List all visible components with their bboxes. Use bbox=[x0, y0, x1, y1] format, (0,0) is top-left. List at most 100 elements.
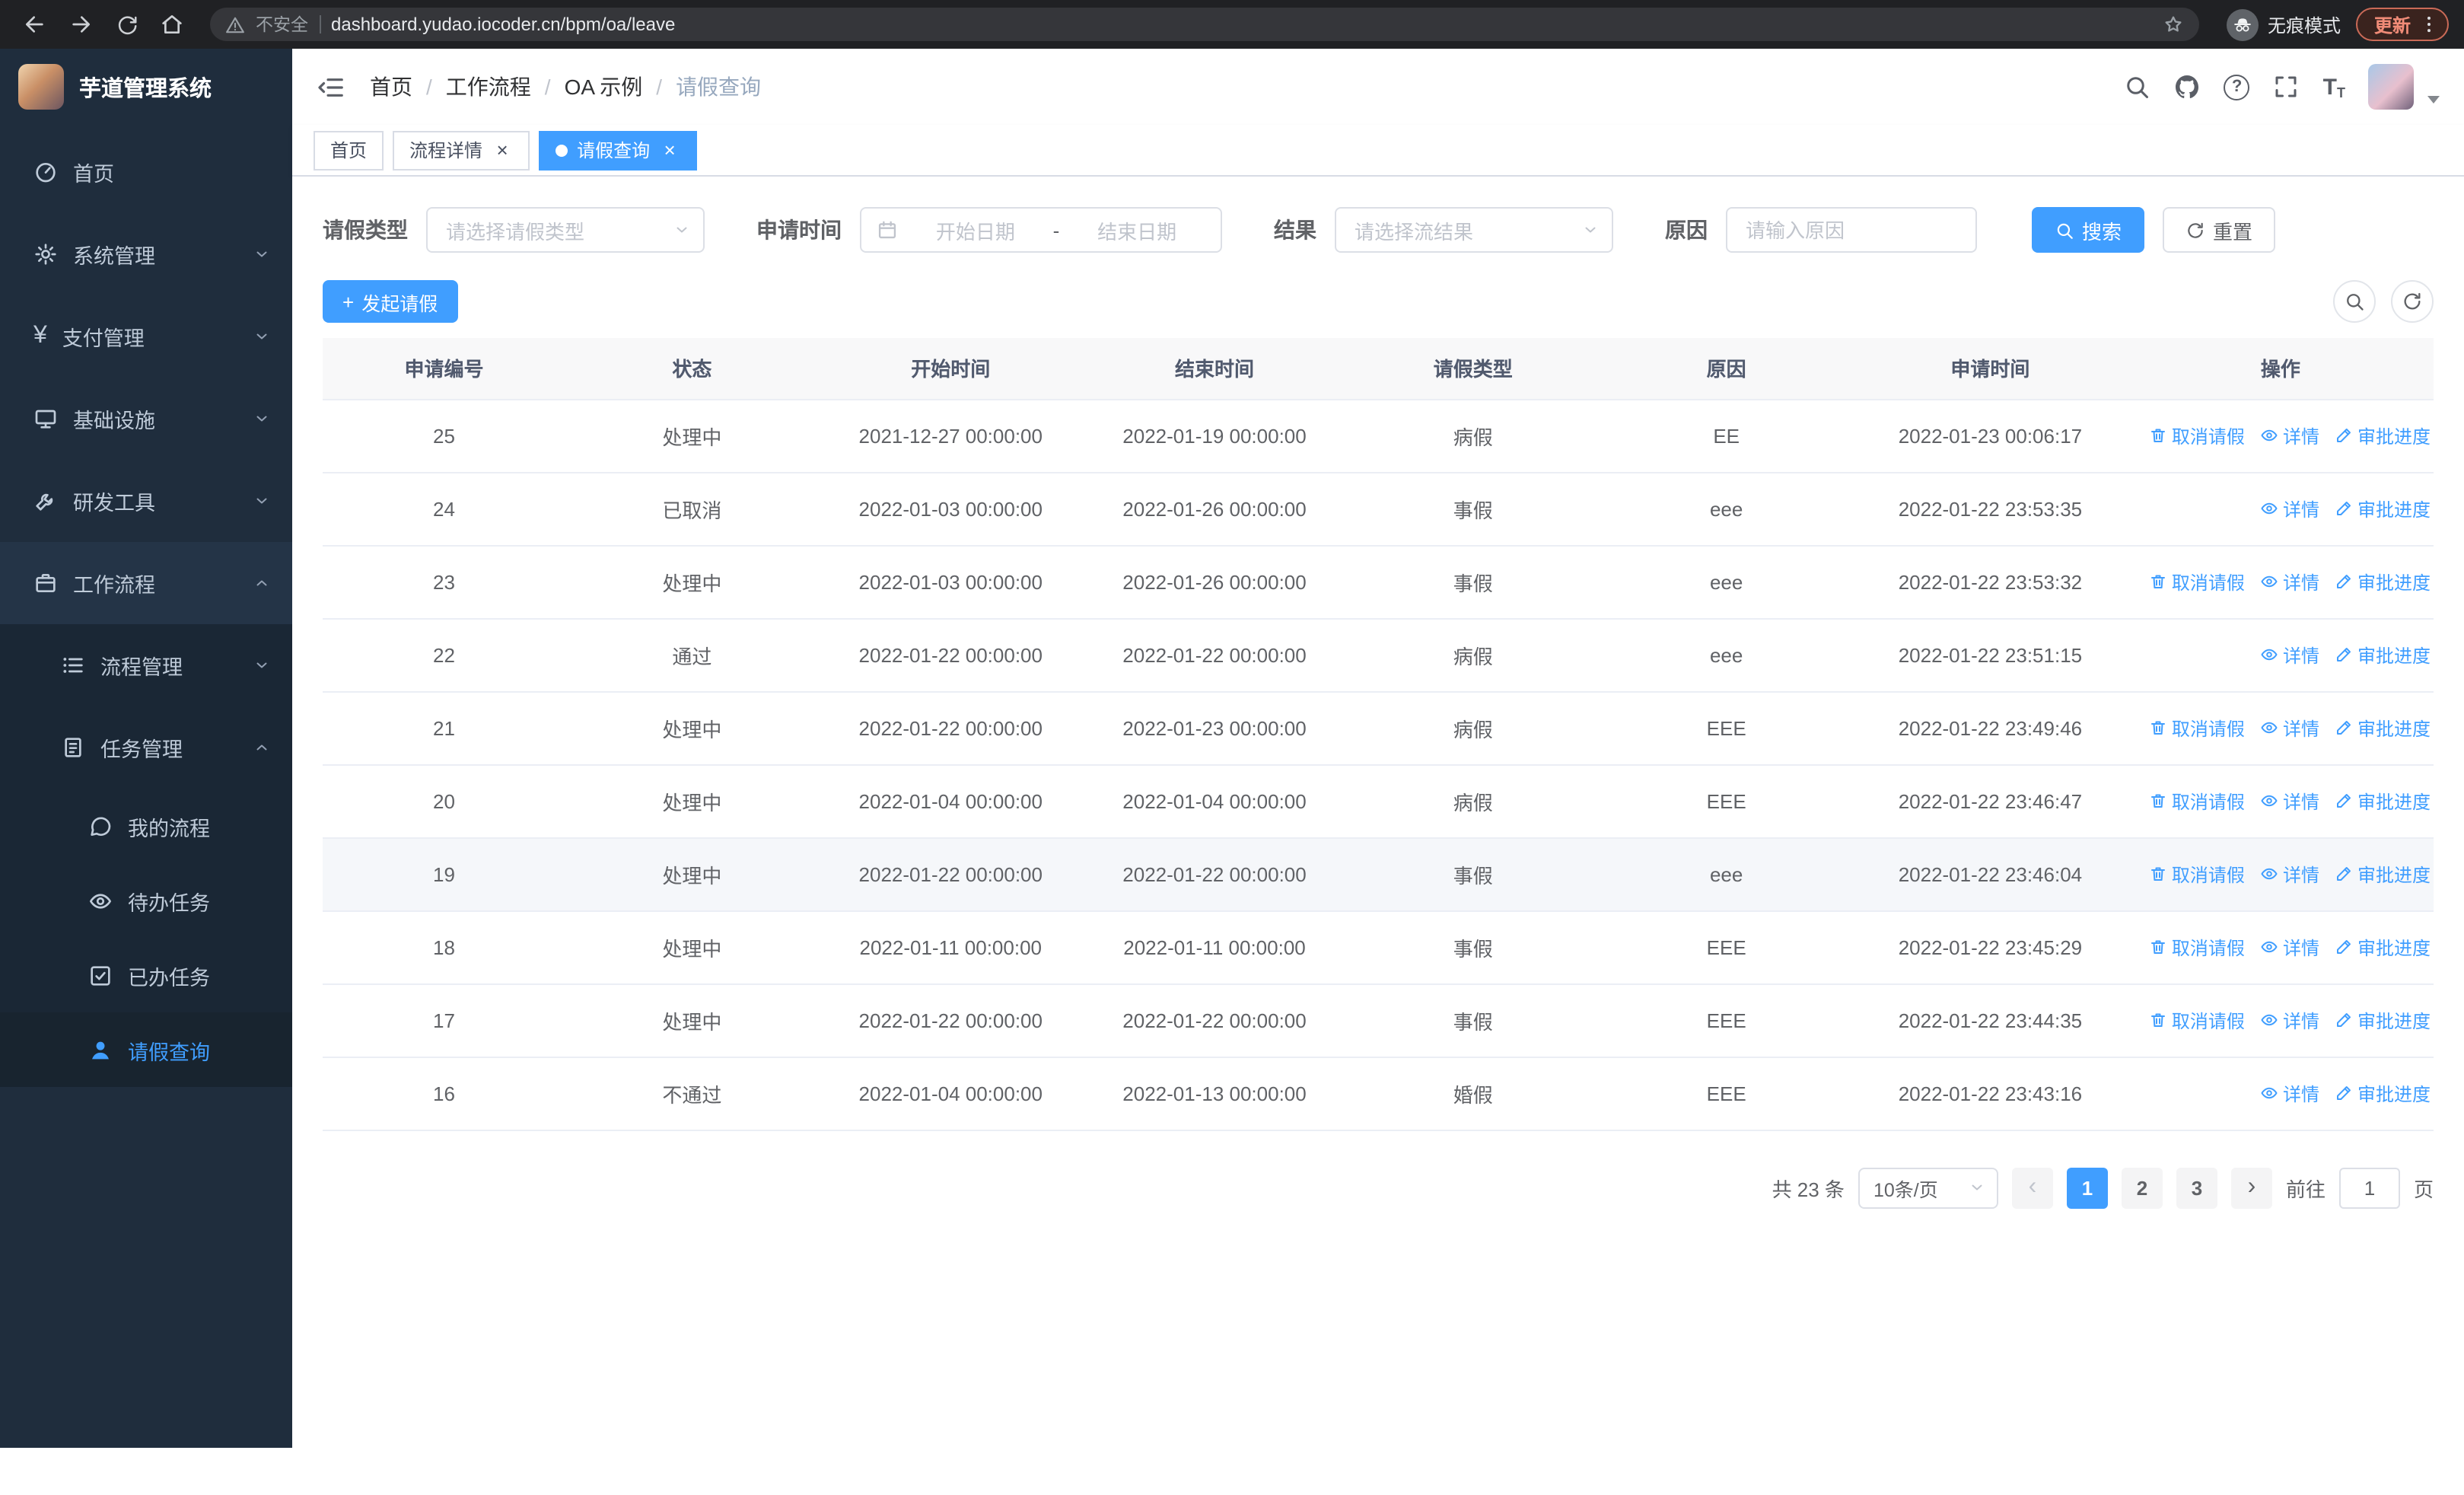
browser-home-button[interactable] bbox=[152, 5, 192, 44]
start-time-cell: 2022-01-22 00:00:00 bbox=[818, 837, 1083, 911]
sidebar-item-my-process[interactable]: 我的流程 bbox=[0, 789, 292, 863]
approval-progress-link[interactable]: 审批进度 bbox=[2335, 1080, 2431, 1106]
tab-home[interactable]: 首页 bbox=[314, 130, 384, 170]
approval-progress-link[interactable]: 审批进度 bbox=[2335, 569, 2431, 594]
approval-progress-link[interactable]: 审批进度 bbox=[2335, 715, 2431, 741]
approval-progress-link[interactable]: 审批进度 bbox=[2335, 496, 2431, 521]
status-cell: 已取消 bbox=[565, 472, 819, 546]
toolbar-right bbox=[2333, 280, 2434, 323]
user-avatar[interactable] bbox=[2368, 64, 2414, 110]
search-button-label: 搜索 bbox=[2082, 220, 2122, 243]
goto-page-input[interactable] bbox=[2338, 1167, 2400, 1208]
page-size-select[interactable]: 10条/页 bbox=[1858, 1167, 1998, 1208]
cancel-leave-link[interactable]: 取消请假 bbox=[2149, 934, 2245, 960]
search-button[interactable]: 搜索 bbox=[2032, 207, 2145, 253]
sidebar-item-system-management[interactable]: 系统管理 bbox=[0, 213, 292, 295]
detail-link[interactable]: 详情 bbox=[2260, 569, 2319, 594]
sidebar-collapse-button[interactable] bbox=[317, 72, 345, 101]
sidebar-item-leave-query[interactable]: 请假查询 bbox=[0, 1012, 292, 1087]
help-icon[interactable]: ? bbox=[2224, 74, 2250, 100]
sidebar-item-home[interactable]: 首页 bbox=[0, 131, 292, 213]
sidebar-item-dev-tools[interactable]: 研发工具 bbox=[0, 460, 292, 542]
breadcrumb-item[interactable]: OA 示例 bbox=[565, 72, 643, 102]
apply-time-range-picker[interactable]: 开始日期 - 结束日期 bbox=[860, 207, 1222, 253]
font-size-icon[interactable]: TT bbox=[2323, 74, 2345, 100]
breadcrumb-item[interactable]: 工作流程 bbox=[446, 72, 531, 102]
sidebar-item-todo-tasks[interactable]: 待办任务 bbox=[0, 863, 292, 938]
trash-icon bbox=[2149, 938, 2167, 956]
tab-bar: 首页 流程详情 × 请假查询 × bbox=[292, 125, 2464, 177]
approval-progress-link[interactable]: 审批进度 bbox=[2335, 861, 2431, 887]
sidebar-item-done-tasks[interactable]: 已办任务 bbox=[0, 938, 292, 1012]
cancel-leave-link[interactable]: 取消请假 bbox=[2149, 569, 2245, 594]
sidebar-item-workflow[interactable]: 工作流程 bbox=[0, 542, 292, 624]
detail-link[interactable]: 详情 bbox=[2260, 715, 2319, 741]
browser-back-button[interactable] bbox=[15, 5, 55, 44]
detail-link[interactable]: 详情 bbox=[2260, 422, 2319, 448]
browser-update-button[interactable]: 更新 bbox=[2355, 8, 2449, 41]
cancel-leave-link[interactable]: 取消请假 bbox=[2149, 422, 2245, 448]
approval-progress-link[interactable]: 审批进度 bbox=[2335, 642, 2431, 668]
prev-page-button[interactable]: ‹ bbox=[2011, 1167, 2053, 1208]
tab-process-detail[interactable]: 流程详情 × bbox=[393, 130, 530, 170]
header-search-icon[interactable] bbox=[2124, 73, 2151, 100]
create-leave-button[interactable]: + 发起请假 bbox=[323, 280, 458, 323]
status-cell: 处理中 bbox=[565, 545, 819, 619]
tab-close-icon[interactable]: × bbox=[659, 139, 680, 161]
tab-close-icon[interactable]: × bbox=[492, 139, 513, 161]
column-header: 申请编号 bbox=[323, 338, 565, 400]
sidebar-item-task-management[interactable]: 任务管理 bbox=[0, 706, 292, 789]
detail-link[interactable]: 详情 bbox=[2260, 642, 2319, 668]
sidebar-item-payment-management[interactable]: ¥ 支付管理 bbox=[0, 295, 292, 378]
detail-link[interactable]: 详情 bbox=[2260, 861, 2319, 887]
trash-icon bbox=[2149, 572, 2167, 591]
refresh-table-button[interactable] bbox=[2391, 280, 2434, 323]
approval-progress-link[interactable]: 审批进度 bbox=[2335, 1007, 2431, 1033]
browser-forward-button[interactable] bbox=[61, 5, 100, 44]
user-menu-caret-icon[interactable] bbox=[2427, 95, 2440, 103]
cancel-leave-link[interactable]: 取消请假 bbox=[2149, 861, 2245, 887]
reason-input[interactable] bbox=[1726, 207, 1977, 253]
detail-link[interactable]: 详情 bbox=[2260, 788, 2319, 814]
browser-reload-button[interactable] bbox=[107, 5, 146, 44]
row-actions: 详情 审批进度 bbox=[2128, 496, 2434, 521]
actions-cell: 取消请假 详情 审批进度 bbox=[2127, 837, 2434, 911]
sidebar-item-process-management[interactable]: 流程管理 bbox=[0, 624, 292, 706]
approval-progress-link[interactable]: 审批进度 bbox=[2335, 422, 2431, 448]
chat-icon bbox=[88, 814, 113, 838]
chevron-down-icon bbox=[673, 221, 691, 239]
cancel-leave-link[interactable]: 取消请假 bbox=[2149, 715, 2245, 741]
leave-type-select[interactable]: 请选择请假类型 bbox=[426, 207, 705, 253]
next-page-button[interactable]: › bbox=[2230, 1167, 2272, 1208]
browser-menu-icon[interactable] bbox=[2418, 14, 2440, 35]
application-id-cell: 24 bbox=[323, 472, 565, 546]
detail-link[interactable]: 详情 bbox=[2260, 934, 2319, 960]
bookmark-star-icon[interactable] bbox=[2163, 14, 2184, 35]
breadcrumb-item[interactable]: 首页 bbox=[370, 72, 412, 102]
reset-button[interactable]: 重置 bbox=[2163, 207, 2276, 253]
detail-link[interactable]: 详情 bbox=[2260, 496, 2319, 521]
page-button-1[interactable]: 1 bbox=[2066, 1167, 2108, 1208]
cancel-leave-link[interactable]: 取消请假 bbox=[2149, 1007, 2245, 1033]
github-icon[interactable] bbox=[2174, 73, 2201, 100]
search-icon bbox=[2055, 220, 2074, 240]
refresh-icon bbox=[2402, 291, 2423, 312]
detail-link[interactable]: 详情 bbox=[2260, 1080, 2319, 1106]
chevron-down-icon bbox=[253, 410, 271, 428]
sidebar-item-infrastructure[interactable]: 基础设施 bbox=[0, 378, 292, 460]
approval-progress-link[interactable]: 审批进度 bbox=[2335, 934, 2431, 960]
toggle-search-button[interactable] bbox=[2333, 280, 2376, 323]
result-select[interactable]: 请选择流结果 bbox=[1335, 207, 1613, 253]
trash-icon bbox=[2149, 426, 2167, 445]
detail-link[interactable]: 详情 bbox=[2260, 1007, 2319, 1033]
page-button-2[interactable]: 2 bbox=[2121, 1167, 2163, 1208]
approval-progress-link[interactable]: 审批进度 bbox=[2335, 788, 2431, 814]
address-bar[interactable]: 不安全 dashboard.yudao.iocoder.cn/bpm/oa/le… bbox=[210, 8, 2199, 41]
apply-time-cell: 2022-01-22 23:53:35 bbox=[1853, 472, 2128, 546]
page-button-3[interactable]: 3 bbox=[2176, 1167, 2217, 1208]
cancel-leave-link[interactable]: 取消请假 bbox=[2149, 788, 2245, 814]
tab-leave-query[interactable]: 请假查询 × bbox=[539, 130, 698, 170]
end-time-cell: 2022-01-11 00:00:00 bbox=[1082, 910, 1347, 984]
fullscreen-icon[interactable] bbox=[2273, 73, 2300, 100]
goto-label: 前往 bbox=[2285, 1178, 2326, 1200]
